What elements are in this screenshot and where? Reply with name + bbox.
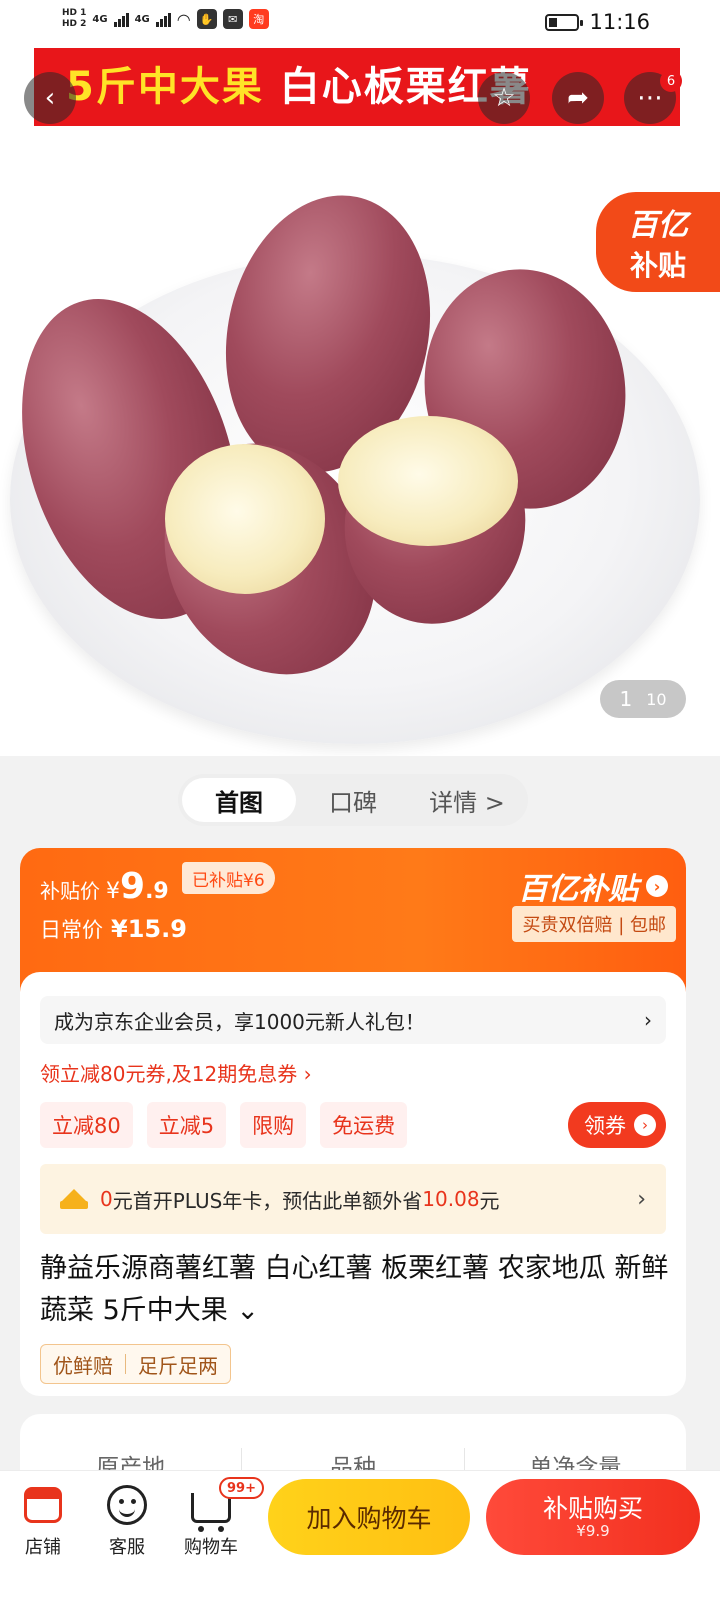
plus-suffix: 元 bbox=[479, 1188, 500, 1213]
store-label: 店铺 bbox=[25, 1537, 61, 1558]
currency-symbol: ¥ bbox=[106, 879, 120, 904]
tab-main-image[interactable]: 首图 bbox=[182, 778, 296, 822]
regular-price-label: 日常价 bbox=[40, 918, 103, 942]
chevron-right-icon: › bbox=[634, 1114, 656, 1136]
sweet-potato-flesh-image bbox=[165, 444, 325, 594]
store-icon-wrap bbox=[21, 1483, 65, 1527]
service-tag: 足斤足两 bbox=[138, 1353, 218, 1378]
subsidy-price-label: 补贴价 bbox=[40, 879, 100, 903]
share-button[interactable]: ➦ bbox=[552, 72, 604, 124]
chevron-right-icon: › bbox=[637, 1186, 646, 1212]
enterprise-member-banner[interactable]: 成为京东企业会员，享1000元新人礼包！ › bbox=[40, 996, 666, 1044]
signal1-label: 4G bbox=[92, 13, 108, 25]
more-icon: ⋯ bbox=[637, 83, 663, 113]
subsidy-buy-button[interactable]: 补贴购买 ¥9.9 bbox=[486, 1479, 700, 1555]
plus-membership-banner[interactable]: 0 元首开PLUS年卡，预估此单额外省 10.08 元 › bbox=[40, 1164, 666, 1234]
promo-chip[interactable]: 立减80 bbox=[40, 1102, 133, 1148]
hd1-label: HD 1 bbox=[62, 8, 87, 18]
status-right: 11:16 bbox=[545, 10, 650, 34]
coupon-link[interactable]: 领立减80元券,及12期免息券 › bbox=[40, 1058, 312, 1087]
status-bar: HD 1 HD 2 4G 4G ◠ ✋ ✉ 淘 11:16 bbox=[0, 0, 720, 44]
notification-icon: ✋ bbox=[196, 9, 217, 29]
add-to-cart-button[interactable]: 加入购物车 bbox=[268, 1479, 470, 1555]
back-icon: ‹ bbox=[44, 83, 56, 113]
section-tabs: 首图 口碑 详情 > bbox=[178, 774, 528, 826]
signal2-label: 4G bbox=[134, 13, 150, 25]
chevron-right-icon: › bbox=[646, 875, 668, 897]
promo-info-card: 成为京东企业会员，享1000元新人礼包！ › 领立减80元券,及12期免息券 ›… bbox=[20, 972, 686, 1396]
promo-chip[interactable]: 限购 bbox=[240, 1102, 307, 1148]
price-integer: 9 bbox=[120, 866, 146, 907]
buy-price: ¥9.9 bbox=[576, 1521, 610, 1540]
price-decimal: .9 bbox=[145, 879, 169, 904]
hd-indicator: HD 1 HD 2 bbox=[62, 8, 86, 30]
subsidized-amount-badge: 已补贴¥6 bbox=[182, 862, 275, 894]
back-button[interactable]: ‹ bbox=[24, 72, 76, 124]
promo-chips: 立减80 立减5 限购 免运费 bbox=[40, 1102, 408, 1148]
plus-text: 元首开PLUS年卡，预估此单额外省 bbox=[112, 1188, 423, 1213]
plus-amount: 10.08 bbox=[422, 1187, 480, 1211]
subsidy-tag-line1: 百亿 bbox=[628, 208, 688, 243]
regular-price: 日常价 ¥15.9 bbox=[40, 914, 187, 944]
service-tag: 优鲜赔 bbox=[53, 1353, 113, 1378]
cart-count-badge: 99+ bbox=[219, 1477, 264, 1499]
bottom-action-bar: 店铺 客服 99+ 购物车 加入购物车 补贴购买 ¥9.9 zhizhizhi.… bbox=[0, 1470, 720, 1600]
mail-icon: ✉ bbox=[222, 9, 243, 29]
product-title[interactable]: 静益乐源商薯红薯 白心红薯 板栗红薯 农家地瓜 新鲜蔬菜 5斤中大果 ⌄ bbox=[40, 1248, 670, 1332]
cart-icon-wrap: 99+ bbox=[189, 1477, 264, 1532]
signal-icon bbox=[113, 11, 129, 27]
share-icon: ➦ bbox=[567, 83, 589, 113]
service-tags[interactable]: 优鲜赔 足斤足两 bbox=[40, 1344, 231, 1384]
store-button[interactable]: 店铺 bbox=[8, 1483, 78, 1559]
favorite-button[interactable]: ☆ bbox=[478, 72, 530, 124]
message-badge: 6 bbox=[660, 70, 682, 92]
get-coupon-label: 领券 bbox=[584, 1114, 626, 1138]
cart-button[interactable]: 99+ 购物车 bbox=[176, 1477, 264, 1559]
get-coupon-button[interactable]: 领券 › bbox=[568, 1102, 666, 1148]
subsidy-corner-tag: 百亿 补贴 bbox=[596, 192, 720, 292]
customer-service-button[interactable]: 客服 bbox=[92, 1483, 162, 1559]
store-icon bbox=[24, 1487, 62, 1523]
clock: 11:16 bbox=[589, 10, 650, 34]
regular-price-value: ¥15.9 bbox=[111, 915, 187, 943]
hd2-label: HD 2 bbox=[62, 19, 87, 29]
plus-prefix: 0 bbox=[100, 1187, 113, 1211]
pager-total: 10 bbox=[646, 689, 667, 709]
tab-details[interactable]: 详情 > bbox=[410, 778, 524, 822]
sweet-potato-flesh-image bbox=[338, 416, 518, 546]
chevron-right-icon: › bbox=[644, 1008, 652, 1032]
tab-reviews[interactable]: 口碑 bbox=[296, 778, 410, 822]
status-left: HD 1 HD 2 4G 4G ◠ ✋ ✉ 淘 bbox=[62, 8, 269, 30]
subsidy-brand-link[interactable]: 百亿补贴 › bbox=[518, 864, 668, 908]
service-label: 客服 bbox=[109, 1537, 145, 1558]
signal-icon bbox=[155, 11, 171, 27]
cart-label: 购物车 bbox=[184, 1537, 238, 1558]
image-pager: 1 10 bbox=[600, 680, 686, 718]
member-text: 成为京东企业会员，享1000元新人礼包！ bbox=[54, 1009, 425, 1034]
subsidy-brand-label: 百亿补贴 bbox=[518, 872, 638, 907]
product-gallery[interactable]: 5斤中大果 白心板栗红薯 百亿 补贴 1 10 bbox=[0, 44, 720, 756]
battery-icon bbox=[545, 13, 584, 31]
watermark: zhizhizhi.com bbox=[603, 1577, 704, 1592]
wifi-icon: ◠ bbox=[176, 9, 191, 29]
subsidy-tag-line2: 补贴 bbox=[629, 249, 686, 282]
pager-current: 1 bbox=[619, 687, 633, 711]
subsidy-price: 补贴价 ¥ 9 .9 bbox=[40, 866, 169, 907]
buy-label: 补贴购买 bbox=[542, 1494, 643, 1523]
banner-highlight: 5斤中大果 bbox=[66, 64, 264, 110]
star-icon: ☆ bbox=[492, 83, 516, 113]
chat-icon-wrap bbox=[105, 1483, 149, 1527]
taobao-app-icon: 淘 bbox=[248, 9, 269, 29]
promo-chip[interactable]: 立减5 bbox=[146, 1102, 227, 1148]
crown-icon bbox=[60, 1189, 88, 1209]
promo-chip[interactable]: 免运费 bbox=[320, 1102, 408, 1148]
guarantee-badge[interactable]: 买贵双倍赔 | 包邮 bbox=[512, 906, 676, 942]
chat-icon bbox=[107, 1485, 147, 1525]
